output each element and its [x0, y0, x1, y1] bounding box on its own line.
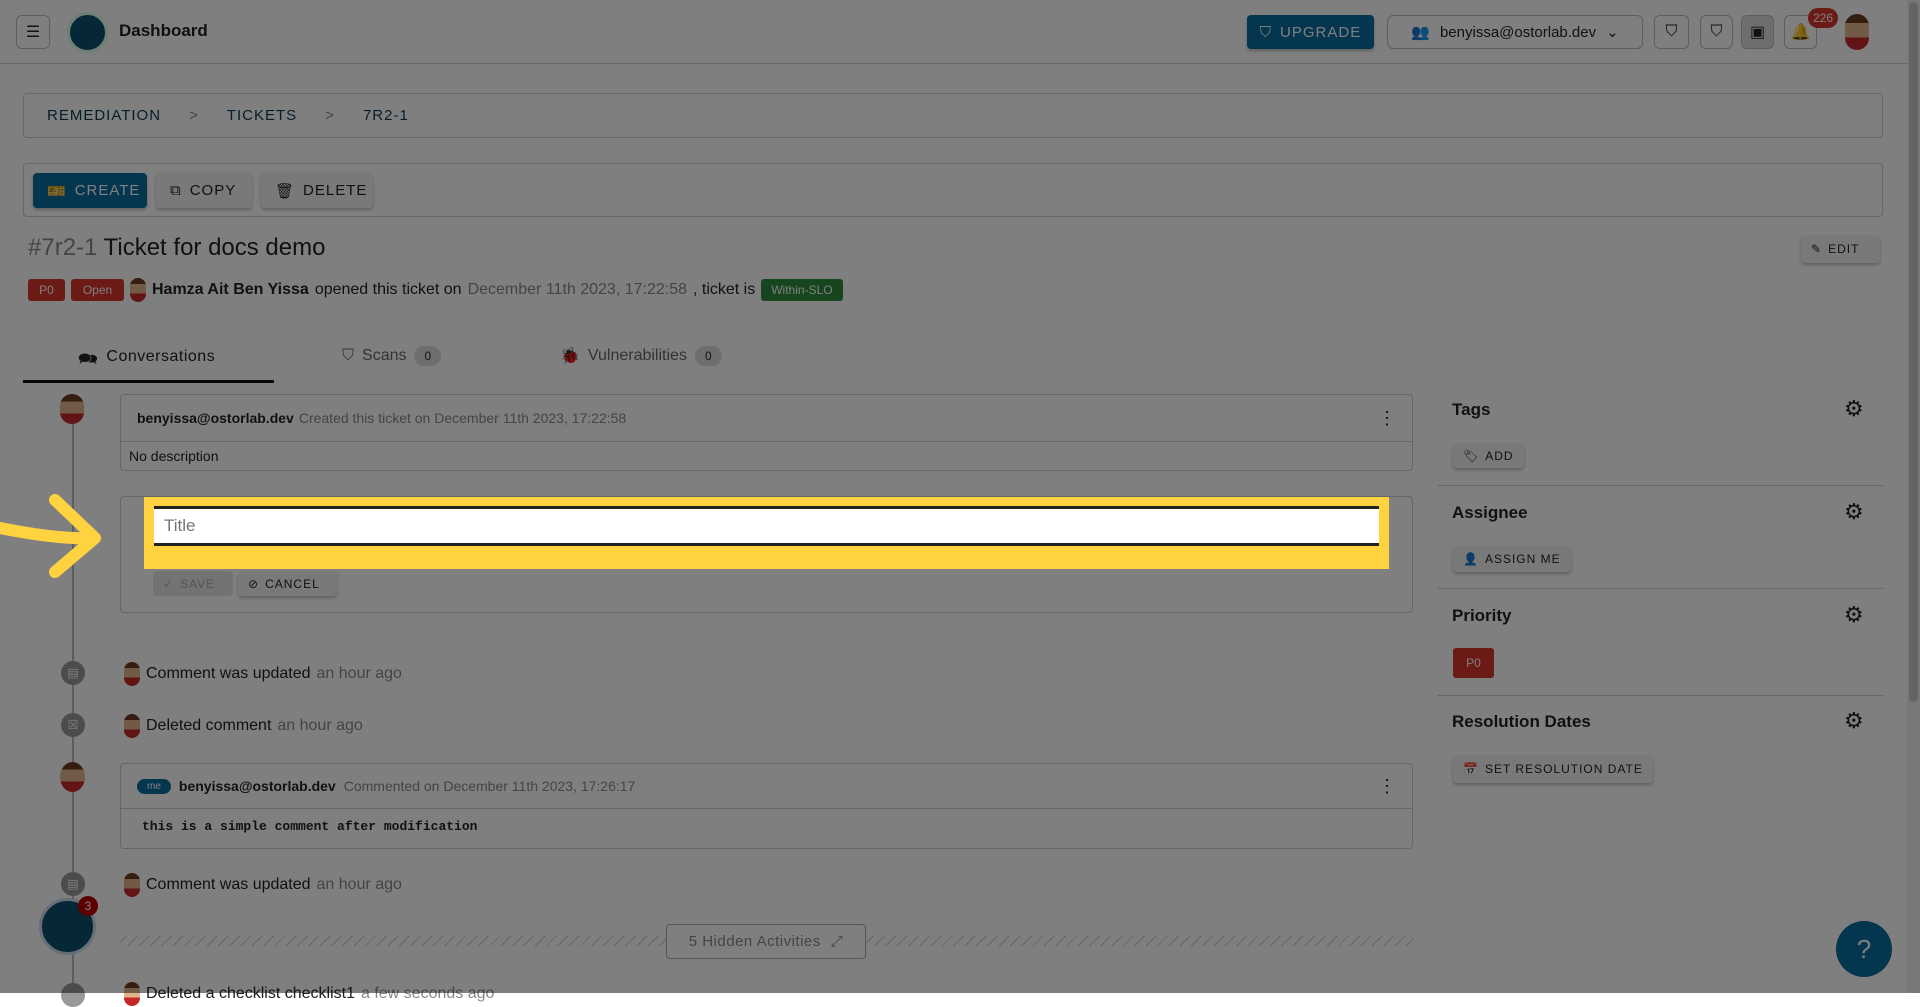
highlight-frame — [144, 497, 1389, 569]
pointer-arrow-icon — [0, 494, 101, 578]
title-input[interactable] — [154, 506, 1379, 546]
